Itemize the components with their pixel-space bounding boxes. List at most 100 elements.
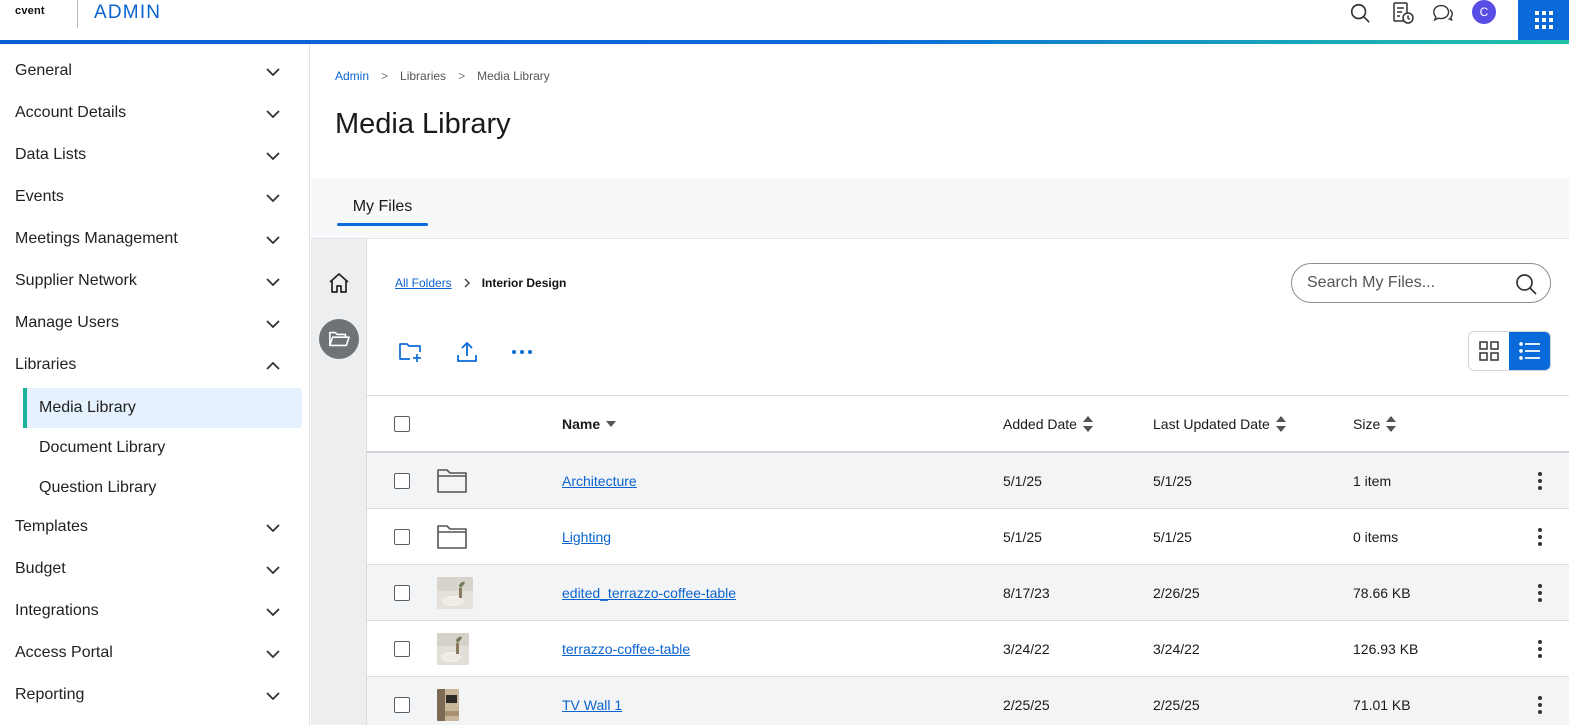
more-vertical-icon[interactable]: [1530, 693, 1550, 717]
tab-my-files[interactable]: My Files: [337, 198, 428, 226]
added-date: 8/17/23: [1003, 585, 1050, 601]
file-name-link[interactable]: Lighting: [562, 529, 611, 545]
row-checkbox[interactable]: [394, 529, 410, 545]
new-folder-button[interactable]: [396, 337, 426, 367]
file-size: 1 item: [1353, 473, 1392, 489]
sidebar-item-events[interactable]: Events: [0, 176, 310, 218]
list-view-button[interactable]: [1509, 332, 1550, 370]
row-checkbox[interactable]: [394, 585, 410, 601]
sidebar-item-supplier-network[interactable]: Supplier Network: [0, 260, 310, 302]
sidebar-subitem-question-library[interactable]: Question Library: [23, 468, 302, 508]
tab-strip: [311, 178, 1569, 239]
sidebar-item-manage-users[interactable]: Manage Users: [0, 302, 310, 344]
search-icon[interactable]: [1514, 272, 1538, 296]
sidebar-item-label: Media Library: [39, 399, 136, 416]
sidebar-item-data-lists[interactable]: Data Lists: [0, 134, 310, 176]
chevron-up-icon: [266, 361, 280, 370]
file-size: 71.01 KB: [1353, 697, 1411, 713]
app-grid-button[interactable]: [1518, 0, 1569, 40]
breadcrumb-libraries[interactable]: Libraries: [400, 69, 446, 83]
tab-label: My Files: [352, 198, 413, 215]
sidebar-item-budget[interactable]: Budget: [0, 548, 310, 590]
added-date: 5/1/25: [1003, 473, 1042, 489]
upload-button[interactable]: [452, 337, 482, 367]
current-folder-label: Interior Design: [481, 276, 567, 290]
table-row[interactable]: Lighting 5/1/25 5/1/25 0 items: [367, 509, 1569, 565]
updated-date: 2/25/25: [1153, 697, 1200, 713]
app-title[interactable]: ADMIN: [94, 2, 161, 24]
row-checkbox[interactable]: [394, 697, 410, 713]
file-name-link[interactable]: terrazzo-coffee-table: [562, 641, 690, 657]
added-date: 3/24/22: [1003, 641, 1050, 657]
column-header-size[interactable]: Size: [1353, 416, 1397, 432]
avatar[interactable]: C: [1472, 0, 1496, 24]
grid-view-button[interactable]: [1469, 332, 1509, 370]
breadcrumb-admin[interactable]: Admin: [335, 69, 369, 83]
chevron-right-icon: [462, 278, 472, 288]
column-header-last-updated[interactable]: Last Updated Date: [1153, 416, 1286, 432]
image-thumbnail: [437, 689, 459, 721]
column-header-label: Size: [1353, 416, 1381, 432]
file-name-link[interactable]: TV Wall 1: [562, 697, 622, 713]
sidebar-subitem-media-library[interactable]: Media Library: [23, 388, 302, 428]
folders-button[interactable]: [319, 319, 359, 359]
added-date: 2/25/25: [1003, 697, 1050, 713]
image-thumbnail: [437, 577, 473, 609]
table-row[interactable]: Architecture 5/1/25 5/1/25 1 item: [367, 453, 1569, 509]
chevron-down-icon: [266, 608, 280, 617]
sidebar-item-access-portal[interactable]: Access Portal: [0, 632, 310, 674]
sidebar-item-label: General: [15, 62, 72, 79]
sidebar-item-templates[interactable]: Templates: [0, 506, 310, 548]
chat-icon[interactable]: [1431, 1, 1455, 25]
search-input[interactable]: [1307, 274, 1507, 292]
sidebar-item-meetings-management[interactable]: Meetings Management: [0, 218, 310, 260]
column-header-added-date[interactable]: Added Date: [1003, 416, 1093, 432]
all-folders-link[interactable]: All Folders: [395, 276, 452, 290]
chevron-down-icon: [266, 236, 280, 245]
chevron-down-icon: [266, 68, 280, 77]
updated-date: 2/26/25: [1153, 585, 1200, 601]
table-header: Name Added Date Last Updated Date Size: [367, 395, 1569, 453]
file-name-link[interactable]: Architecture: [562, 473, 637, 489]
top-bar: cvent ADMIN C: [0, 0, 1569, 44]
row-checkbox[interactable]: [394, 473, 410, 489]
more-vertical-icon[interactable]: [1530, 525, 1550, 549]
sidebar-item-label: Supplier Network: [15, 272, 137, 289]
more-vertical-icon[interactable]: [1530, 637, 1550, 661]
sidebar-item-reporting[interactable]: Reporting: [0, 674, 310, 716]
row-checkbox[interactable]: [394, 641, 410, 657]
added-date: 5/1/25: [1003, 529, 1042, 545]
more-vertical-icon[interactable]: [1530, 581, 1550, 605]
updated-date: 3/24/22: [1153, 641, 1200, 657]
media-table: Name Added Date Last Updated Date Size A…: [367, 395, 1569, 725]
page-title: Media Library: [335, 108, 511, 140]
event-schedule-icon[interactable]: [1391, 1, 1415, 25]
table-row[interactable]: terrazzo-coffee-table 3/24/22 3/24/22 12…: [367, 621, 1569, 677]
sidebar-item-label: Manage Users: [15, 314, 120, 331]
app-grid-icon: [1534, 11, 1553, 29]
sidebar-subitem-document-library[interactable]: Document Library: [23, 428, 302, 468]
upload-icon: [457, 342, 477, 362]
view-toggle: [1468, 331, 1551, 371]
chevron-down-icon: [266, 152, 280, 161]
cvent-logo[interactable]: cvent: [15, 5, 45, 17]
sidebar-item-libraries[interactable]: Libraries: [0, 344, 310, 386]
search-icon[interactable]: [1348, 1, 1372, 25]
sidebar-item-label: Events: [15, 188, 64, 205]
home-icon[interactable]: [326, 270, 352, 296]
sidebar-item-label: Question Library: [39, 479, 157, 496]
sidebar-item-account-details[interactable]: Account Details: [0, 92, 310, 134]
more-actions-button[interactable]: [507, 337, 537, 367]
file-name-link[interactable]: edited_terrazzo-coffee-table: [562, 585, 736, 601]
active-tab-indicator: [337, 223, 428, 226]
sidebar-item-general[interactable]: General: [0, 50, 310, 92]
select-all-checkbox[interactable]: [394, 416, 410, 432]
file-size: 126.93 KB: [1353, 641, 1419, 657]
column-header-name[interactable]: Name: [562, 416, 617, 432]
more-vertical-icon[interactable]: [1530, 469, 1550, 493]
sidebar-item-integrations[interactable]: Integrations: [0, 590, 310, 632]
sidebar-item-label: Reporting: [15, 686, 85, 703]
folder-breadcrumb: All Folders Interior Design: [395, 276, 566, 290]
table-row[interactable]: TV Wall 1 2/25/25 2/25/25 71.01 KB: [367, 677, 1569, 725]
table-row[interactable]: edited_terrazzo-coffee-table 8/17/23 2/2…: [367, 565, 1569, 621]
